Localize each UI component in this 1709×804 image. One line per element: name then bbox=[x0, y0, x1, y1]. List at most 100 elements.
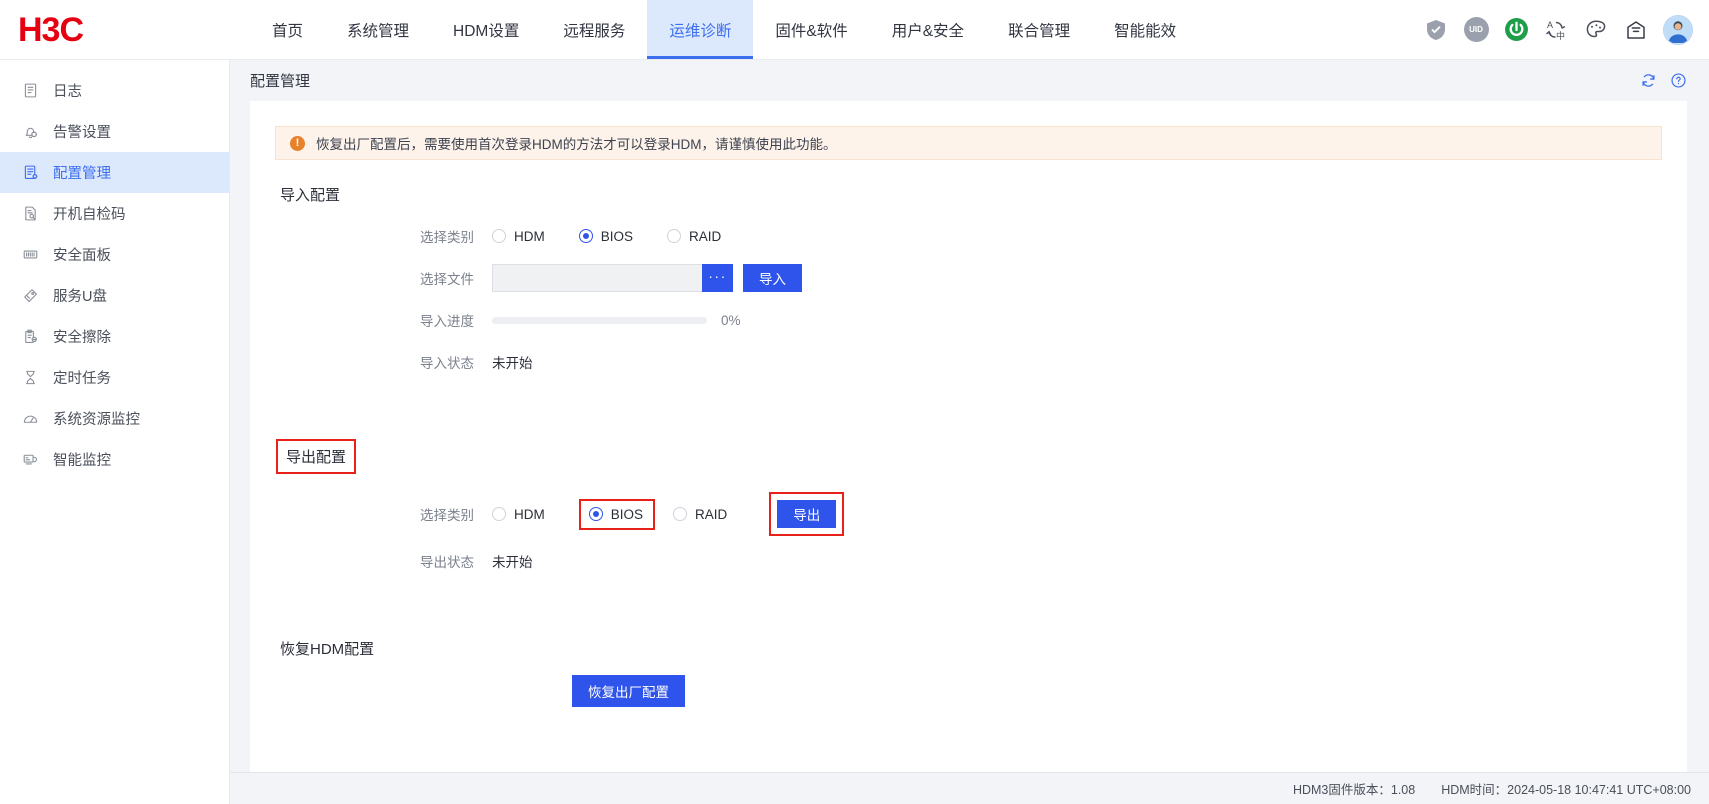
svg-text:中: 中 bbox=[1556, 30, 1565, 41]
page-title: 配置管理 bbox=[250, 73, 311, 90]
sidebar-item-post-code[interactable]: 开机自检码 bbox=[0, 193, 229, 234]
export-category-label: 选择类别 bbox=[420, 508, 474, 523]
restore-section: 恢复HDM配置 恢复出厂配置 bbox=[250, 614, 1687, 707]
export-form: 选择类别 HDM BIOS RAID 导出 导出状态 未开始 bbox=[250, 492, 1687, 578]
sidebar-item-service-usb[interactable]: 服务U盘 bbox=[0, 275, 229, 316]
import-progress-label: 导入进度 bbox=[420, 314, 474, 329]
sidebar-item-label: 智能监控 bbox=[53, 453, 111, 469]
nav-item-home[interactable]: 首页 bbox=[250, 0, 325, 59]
nav-item-smart-efficiency[interactable]: 智能能效 bbox=[1092, 0, 1198, 59]
message-mail-icon[interactable] bbox=[1623, 17, 1649, 43]
scheduled-task-icon bbox=[22, 369, 39, 386]
exclamation-icon: ! bbox=[290, 135, 305, 151]
sidebar-item-resource-monitor[interactable]: 系统资源监控 bbox=[0, 398, 229, 439]
sidebar-item-secure-erase[interactable]: 安全擦除 bbox=[0, 316, 229, 357]
sidebar-item-security-panel[interactable]: 安全面板 bbox=[0, 234, 229, 275]
user-avatar-icon[interactable] bbox=[1663, 14, 1693, 45]
export-button[interactable]: 导出 bbox=[777, 500, 837, 528]
export-status-row: 导出状态 未开始 bbox=[250, 544, 1687, 578]
sidebar-item-label: 安全面板 bbox=[53, 248, 111, 264]
file-picker: ··· bbox=[492, 264, 733, 292]
restore-section-title: 恢复HDM配置 bbox=[280, 641, 375, 658]
import-file-row: 选择文件 ··· 导入 bbox=[250, 261, 1687, 295]
main-content: 配置管理 ! 恢复出厂配置后，需要使用首次登录HDM的方法才可以登录HDM，请谨… bbox=[230, 60, 1709, 804]
uid-badge-label: UID bbox=[1463, 17, 1489, 42]
import-button[interactable]: 导入 bbox=[743, 264, 802, 292]
radio-indicator bbox=[673, 507, 688, 521]
sidebar-item-label: 安全擦除 bbox=[53, 330, 111, 346]
nav-item-system-management[interactable]: 系统管理 bbox=[325, 0, 431, 59]
sidebar-item-scheduled-task[interactable]: 定时任务 bbox=[0, 357, 229, 398]
export-category-radio-group: HDM BIOS RAID bbox=[492, 498, 761, 530]
import-section-title: 导入配置 bbox=[280, 187, 341, 204]
factory-reset-button[interactable]: 恢复出厂配置 bbox=[572, 675, 685, 707]
main-navigation: 首页 系统管理 HDM设置 远程服务 运维诊断 固件&软件 用户&安全 联合管理… bbox=[250, 0, 1198, 59]
sidebar-item-smart-monitor[interactable]: 智能监控 bbox=[0, 439, 229, 480]
browse-file-button[interactable]: ··· bbox=[702, 264, 733, 292]
status-footer: HDM3固件版本：1.08 HDM时间：2024-05-18 10:47:41 … bbox=[230, 772, 1709, 804]
export-category-row: 选择类别 HDM BIOS RAID 导出 bbox=[250, 492, 1687, 536]
config-management-panel: ! 恢复出厂配置后，需要使用首次登录HDM的方法才可以登录HDM，请谨慎使用此功… bbox=[250, 101, 1687, 772]
export-radio-raid[interactable]: RAID bbox=[673, 507, 727, 522]
progress-percent-text: 0% bbox=[721, 312, 741, 328]
usb-drive-icon bbox=[22, 287, 39, 304]
h3c-logo: H3C bbox=[18, 10, 84, 49]
radio-indicator bbox=[492, 229, 506, 243]
nav-item-user-security[interactable]: 用户&安全 bbox=[870, 0, 986, 59]
import-file-label: 选择文件 bbox=[420, 272, 474, 287]
firmware-version-text: HDM3固件版本：1.08 bbox=[1292, 783, 1416, 797]
power-icon[interactable] bbox=[1503, 17, 1529, 43]
import-progress: 0% bbox=[492, 313, 741, 328]
log-icon bbox=[22, 82, 39, 99]
page-header-actions bbox=[1640, 72, 1687, 89]
radio-indicator-selected bbox=[578, 229, 593, 243]
radio-indicator-selected bbox=[588, 507, 603, 521]
export-radio-bios[interactable]: BIOS bbox=[578, 498, 656, 530]
application-window: H3C 首页 系统管理 HDM设置 远程服务 运维诊断 固件&软件 用户&安全 … bbox=[0, 0, 1709, 804]
sidebar-item-label: 配置管理 bbox=[53, 166, 111, 182]
import-category-label: 选择类别 bbox=[420, 230, 474, 245]
import-status-value: 未开始 bbox=[492, 356, 533, 371]
import-status-label: 导入状态 bbox=[420, 356, 474, 371]
sidebar-item-log[interactable]: 日志 bbox=[0, 70, 229, 111]
help-icon[interactable] bbox=[1670, 72, 1687, 89]
import-radio-hdm[interactable]: HDM bbox=[492, 229, 545, 244]
sidebar-item-alarm-settings[interactable]: 告警设置 bbox=[0, 111, 229, 152]
smart-monitor-icon bbox=[22, 451, 39, 468]
shield-health-icon[interactable] bbox=[1423, 17, 1449, 43]
import-radio-bios[interactable]: BIOS bbox=[578, 228, 634, 244]
nav-item-maintenance-diagnosis[interactable]: 运维诊断 bbox=[647, 0, 754, 59]
brand-area: H3C bbox=[0, 0, 250, 59]
file-path-input[interactable] bbox=[492, 264, 702, 292]
refresh-icon[interactable] bbox=[1640, 72, 1657, 89]
uid-icon[interactable]: UID bbox=[1463, 17, 1489, 43]
export-status-value: 未开始 bbox=[492, 555, 533, 570]
radio-label: BIOS bbox=[600, 228, 634, 244]
nav-item-remote-service[interactable]: 远程服务 bbox=[541, 0, 647, 59]
nav-item-hdm-settings[interactable]: HDM设置 bbox=[431, 0, 541, 59]
theme-palette-icon[interactable] bbox=[1583, 17, 1609, 43]
topbar-icon-group: UID A 中 bbox=[1423, 0, 1709, 59]
top-navigation-bar: H3C 首页 系统管理 HDM设置 远程服务 运维诊断 固件&软件 用户&安全 … bbox=[0, 0, 1709, 60]
export-radio-hdm[interactable]: HDM bbox=[492, 507, 545, 522]
restore-button-wrap: 恢复出厂配置 bbox=[572, 675, 1687, 707]
sidebar-item-label: 告警设置 bbox=[53, 125, 111, 141]
sidebar-item-config-management[interactable]: 配置管理 bbox=[0, 152, 229, 193]
sidebar-navigation: 日志 告警设置 配置管理 开机自检码 安全面板 服务U盘 安全擦除 定时任务 系… bbox=[0, 60, 230, 804]
progress-bar-track bbox=[492, 316, 707, 324]
export-button-highlight: 导出 bbox=[769, 492, 845, 536]
sidebar-item-label: 服务U盘 bbox=[53, 289, 107, 305]
import-category-row: 选择类别 HDM BIOS RAID bbox=[250, 219, 1687, 253]
factory-reset-warning-banner: ! 恢复出厂配置后，需要使用首次登录HDM的方法才可以登录HDM，请谨慎使用此功… bbox=[275, 126, 1662, 160]
nav-item-federated-management[interactable]: 联合管理 bbox=[986, 0, 1092, 59]
nav-item-firmware-software[interactable]: 固件&软件 bbox=[753, 0, 869, 59]
import-radio-raid[interactable]: RAID bbox=[667, 229, 721, 244]
language-switch-icon[interactable]: A 中 bbox=[1543, 17, 1569, 43]
warning-text: 恢复出厂配置后，需要使用首次登录HDM的方法才可以登录HDM，请谨慎使用此功能。 bbox=[316, 137, 837, 152]
hdm-time-text: HDM时间：2024-05-18 10:47:41 UTC+08:00 bbox=[1441, 783, 1691, 797]
sidebar-item-label: 开机自检码 bbox=[53, 207, 126, 223]
sidebar-item-label: 定时任务 bbox=[53, 371, 111, 387]
secure-erase-icon bbox=[22, 328, 39, 345]
security-panel-icon bbox=[22, 246, 39, 263]
config-icon bbox=[22, 164, 39, 181]
